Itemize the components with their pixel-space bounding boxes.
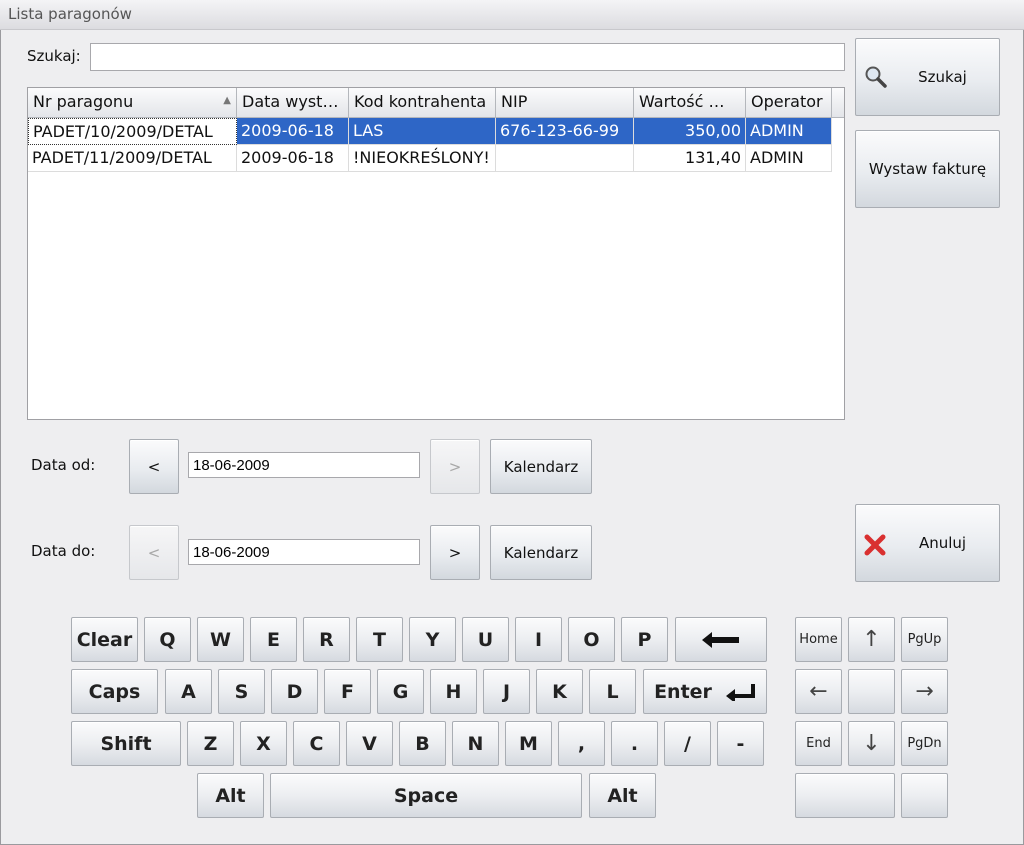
column-header-contractor[interactable]: Kod kontrahenta — [349, 88, 496, 118]
cell-nip: 676-123-66-99 — [496, 118, 634, 145]
key-f[interactable]: F — [324, 669, 371, 714]
key-enter[interactable]: Enter — [643, 669, 767, 714]
cell-operator: ADMIN — [746, 118, 832, 145]
cancel-button[interactable]: Anuluj — [855, 504, 1000, 582]
key-alt-left[interactable]: Alt — [197, 773, 264, 818]
key-period[interactable]: . — [611, 721, 658, 766]
key-s[interactable]: S — [218, 669, 265, 714]
key-r[interactable]: R — [303, 617, 350, 662]
cell-value: 350,00 — [634, 118, 746, 145]
key-c[interactable]: C — [293, 721, 340, 766]
key-d[interactable]: D — [271, 669, 318, 714]
key-u[interactable]: U — [462, 617, 509, 662]
key-end[interactable]: End — [795, 721, 842, 766]
table-row[interactable]: PADET/11/2009/DETAL 2009-06-18 !NIEOKREŚ… — [28, 145, 832, 172]
date-to-next-button[interactable]: > — [430, 525, 480, 580]
key-arrow-up[interactable]: ↑ — [848, 617, 895, 662]
key-shift[interactable]: Shift — [71, 721, 181, 766]
key-minus[interactable]: - — [717, 721, 764, 766]
key-space[interactable]: Space — [270, 773, 582, 818]
date-to-prev-button[interactable]: < — [129, 525, 179, 580]
window-title: Lista paragonów — [8, 5, 132, 23]
key-w[interactable]: W — [197, 617, 244, 662]
column-header-nip[interactable]: NIP — [496, 88, 634, 118]
date-from-label: Data od: — [31, 456, 96, 474]
key-enter-label: Enter — [654, 680, 712, 703]
key-v[interactable]: V — [346, 721, 393, 766]
cell-nip — [496, 145, 634, 172]
key-m[interactable]: M — [505, 721, 552, 766]
issue-invoice-label: Wystaw fakturę — [868, 160, 987, 178]
key-x[interactable]: X — [240, 721, 287, 766]
key-n[interactable]: N — [452, 721, 499, 766]
cell-date: 2009-06-18 — [237, 118, 349, 145]
date-to-calendar-button[interactable]: Kalendarz — [490, 525, 592, 580]
key-backspace[interactable] — [675, 617, 767, 662]
date-from-prev-button[interactable]: < — [129, 439, 179, 494]
column-header-nr[interactable]: Nr paragonu ▲ — [28, 88, 237, 118]
cell-nr: PADET/10/2009/DETAL — [28, 118, 237, 145]
date-from-input[interactable] — [188, 452, 420, 478]
issue-invoice-button[interactable]: Wystaw fakturę — [855, 130, 1000, 208]
key-o[interactable]: O — [568, 617, 615, 662]
key-slash[interactable]: / — [664, 721, 711, 766]
search-button-label: Szukaj — [918, 68, 967, 86]
key-g[interactable]: G — [377, 669, 424, 714]
key-h[interactable]: H — [430, 669, 477, 714]
column-header-date[interactable]: Data wyst… — [237, 88, 349, 118]
table-row[interactable]: PADET/10/2009/DETAL 2009-06-18 LAS 676-1… — [28, 118, 832, 145]
key-arrow-right[interactable]: → — [901, 669, 948, 714]
key-alt-right[interactable]: Alt — [589, 773, 656, 818]
column-header-value[interactable]: Wartość … — [634, 88, 746, 118]
key-l[interactable]: L — [589, 669, 636, 714]
enter-arrow-icon — [725, 683, 755, 701]
key-blank-small[interactable] — [901, 773, 948, 818]
column-header-filler — [832, 88, 844, 118]
key-arrow-down[interactable]: ↓ — [848, 721, 895, 766]
search-label: Szukaj: — [27, 47, 81, 65]
date-from-next-button[interactable]: > — [430, 439, 480, 494]
key-z[interactable]: Z — [187, 721, 234, 766]
cell-nr: PADET/11/2009/DETAL — [28, 145, 237, 172]
date-to-input[interactable] — [188, 539, 420, 565]
column-header-operator[interactable]: Operator — [746, 88, 832, 118]
key-e[interactable]: E — [250, 617, 297, 662]
backspace-arrow-icon — [702, 631, 739, 648]
key-t[interactable]: T — [356, 617, 403, 662]
receipts-table[interactable]: Nr paragonu ▲ Data wyst… Kod kontrahenta … — [27, 87, 845, 420]
key-pgup[interactable]: PgUp — [901, 617, 948, 662]
search-button[interactable]: Szukaj — [855, 38, 1000, 116]
title-bar: Lista paragonów — [0, 0, 1024, 30]
key-blank-wide[interactable] — [795, 773, 895, 818]
date-from-calendar-button[interactable]: Kalendarz — [490, 439, 592, 494]
key-b[interactable]: B — [399, 721, 446, 766]
key-k[interactable]: K — [536, 669, 583, 714]
key-p[interactable]: P — [621, 617, 668, 662]
key-y[interactable]: Y — [409, 617, 456, 662]
table-header: Nr paragonu ▲ Data wyst… Kod kontrahenta … — [28, 88, 844, 118]
cancel-button-label: Anuluj — [918, 534, 967, 552]
cell-operator: ADMIN — [746, 145, 832, 172]
key-a[interactable]: A — [165, 669, 212, 714]
key-clear[interactable]: Clear — [71, 617, 138, 662]
key-q[interactable]: Q — [144, 617, 191, 662]
key-home[interactable]: Home — [795, 617, 842, 662]
key-blank-center[interactable] — [848, 669, 895, 714]
key-caps[interactable]: Caps — [71, 669, 158, 714]
key-arrow-left[interactable]: ← — [795, 669, 842, 714]
search-input[interactable] — [90, 43, 845, 71]
cell-contractor: !NIEOKREŚLONY! — [349, 145, 496, 172]
key-j[interactable]: J — [483, 669, 530, 714]
cell-date: 2009-06-18 — [237, 145, 349, 172]
cell-value: 131,40 — [634, 145, 746, 172]
magnifier-icon — [865, 66, 887, 88]
cancel-x-icon — [864, 534, 886, 556]
key-comma[interactable]: , — [558, 721, 605, 766]
key-i[interactable]: I — [515, 617, 562, 662]
key-pgdn[interactable]: PgDn — [901, 721, 948, 766]
date-to-label: Data do: — [31, 542, 96, 560]
cell-contractor: LAS — [349, 118, 496, 145]
